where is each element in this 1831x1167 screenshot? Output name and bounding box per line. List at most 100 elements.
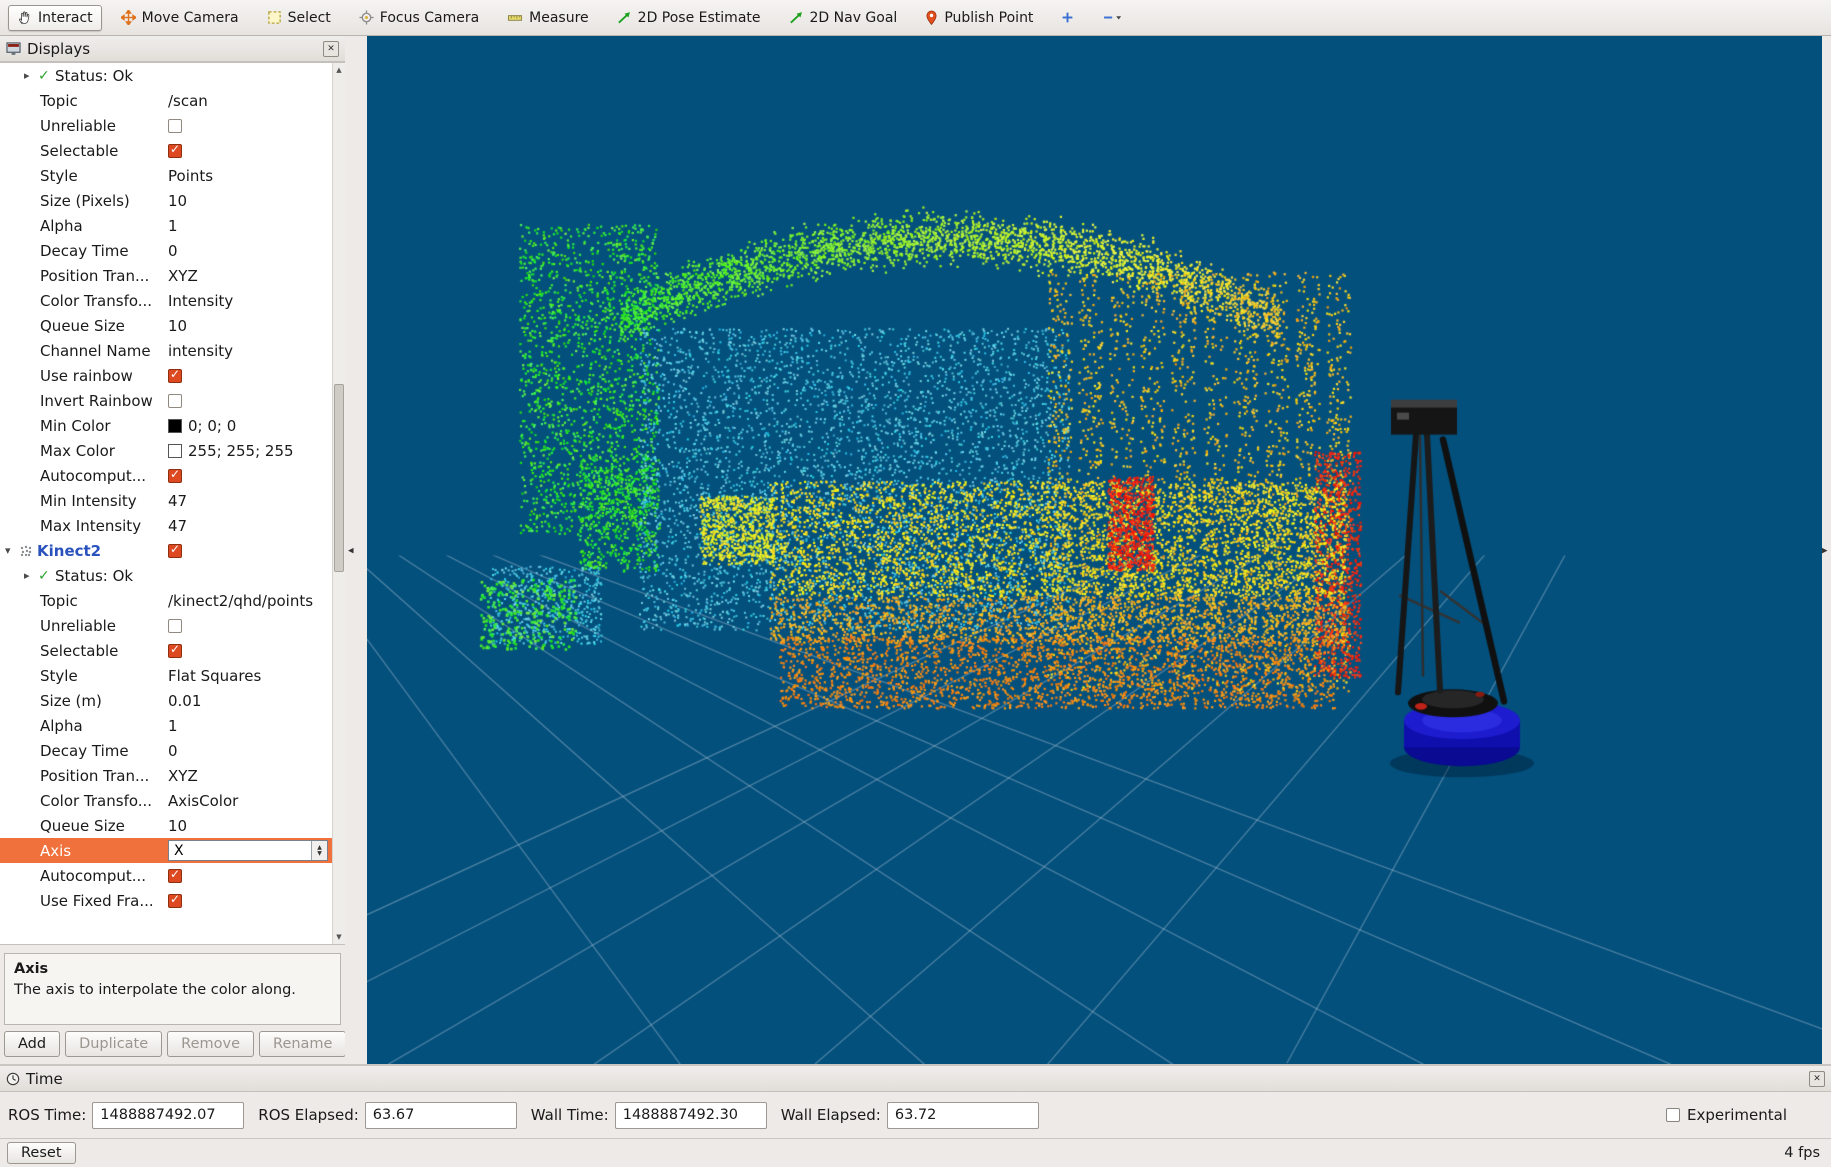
tool-focus-camera[interactable]: Focus Camera: [350, 5, 488, 31]
scrollbar-thumb[interactable]: [334, 384, 344, 572]
property-row-size-pixels[interactable]: Size (Pixels)10: [0, 188, 332, 213]
color-swatch[interactable]: [168, 419, 182, 433]
property-row-alpha[interactable]: Alpha1: [0, 213, 332, 238]
checkbox-use-rainbow[interactable]: [168, 369, 182, 383]
checkbox-use-fixed-fra[interactable]: [168, 894, 182, 908]
property-row-position-tran[interactable]: Position Tran...XYZ: [0, 763, 332, 788]
property-value: Flat Squares: [166, 663, 332, 688]
property-row-decay-time[interactable]: Decay Time0: [0, 738, 332, 763]
tool-remove-tool[interactable]: [1093, 6, 1133, 29]
property-row-use-rainbow[interactable]: Use rainbow: [0, 363, 332, 388]
property-row-unreliable[interactable]: Unreliable: [0, 613, 332, 638]
time-panel-close-button[interactable]: ✕: [1809, 1071, 1825, 1087]
property-row-selectable[interactable]: Selectable: [0, 138, 332, 163]
property-label-text: Topic: [40, 592, 78, 610]
experimental-checkbox-group[interactable]: Experimental: [1666, 1106, 1787, 1124]
property-row-size-m[interactable]: Size (m)0.01: [0, 688, 332, 713]
scrollbar-track[interactable]: [333, 77, 345, 930]
time-field-input-ros-elapsed[interactable]: 63.67: [365, 1102, 517, 1129]
property-row-color-transfo[interactable]: Color Transfo...AxisColor: [0, 788, 332, 813]
time-field-input-wall-elapsed[interactable]: 63.72: [887, 1102, 1039, 1129]
property-row-max-intensity[interactable]: Max Intensity47: [0, 513, 332, 538]
property-row-invert-rainbow[interactable]: Invert Rainbow: [0, 388, 332, 413]
panel-splitter[interactable]: ◂: [345, 36, 367, 1064]
property-row-channel-name[interactable]: Channel Nameintensity: [0, 338, 332, 363]
property-row-color-transfo[interactable]: Color Transfo...Intensity: [0, 288, 332, 313]
checkbox-kinect2[interactable]: [168, 544, 182, 558]
property-row-max-color[interactable]: Max Color255; 255; 255: [0, 438, 332, 463]
property-row-kinect2[interactable]: ▾Kinect2: [0, 538, 332, 563]
property-row-position-tran[interactable]: Position Tran...XYZ: [0, 263, 332, 288]
displays-scrollbar[interactable]: ▲ ▼: [332, 63, 345, 944]
property-row-topic[interactable]: Topic/kinect2/qhd/points: [0, 588, 332, 613]
expander-closed-icon[interactable]: ▸: [24, 569, 38, 582]
property-row-style[interactable]: StylePoints: [0, 163, 332, 188]
property-row-autocomput[interactable]: Autocomput...: [0, 463, 332, 488]
property-value: [166, 63, 332, 88]
property-row-status-ok[interactable]: ▸✓Status: Ok: [0, 63, 332, 88]
scroll-up-button[interactable]: ▲: [333, 63, 345, 77]
tool-select[interactable]: Select: [258, 5, 340, 31]
tool-2d-nav-goal[interactable]: 2D Nav Goal: [780, 5, 907, 31]
checkbox-selectable[interactable]: [168, 144, 182, 158]
tool-interact[interactable]: Interact: [8, 5, 102, 31]
tool-measure[interactable]: Measure: [498, 5, 598, 31]
property-row-status-ok[interactable]: ▸✓Status: Ok: [0, 563, 332, 588]
time-field-input-wall-time[interactable]: 1488887492.30: [615, 1102, 767, 1129]
color-swatch[interactable]: [168, 444, 182, 458]
checkbox-selectable[interactable]: [168, 644, 182, 658]
tool-add-tool[interactable]: [1052, 6, 1083, 29]
property-row-queue-size[interactable]: Queue Size10: [0, 313, 332, 338]
axis-value-spinbox[interactable]: X▲▼: [168, 840, 328, 861]
expander-open-icon[interactable]: ▾: [5, 544, 19, 557]
property-value: 10: [166, 188, 332, 213]
property-label: Color Transfo...: [0, 288, 166, 313]
displays-panel-close-button[interactable]: ✕: [323, 41, 339, 57]
property-value: 0: [166, 738, 332, 763]
tool-move-camera[interactable]: Move Camera: [112, 5, 248, 31]
displays-tree-wrap: ▸✓Status: OkTopic/scanUnreliableSelectab…: [0, 62, 345, 945]
property-label-text: Min Color: [40, 417, 111, 435]
add-button[interactable]: Add: [4, 1031, 60, 1057]
remove-button[interactable]: Remove: [167, 1031, 254, 1057]
property-label: Position Tran...: [0, 763, 166, 788]
property-row-axis[interactable]: AxisX▲▼: [0, 838, 332, 863]
right-panel-splitter[interactable]: ▸: [1822, 36, 1831, 1064]
scroll-down-button[interactable]: ▼: [333, 930, 345, 944]
time-field-input-ros-time[interactable]: 1488887492.07: [92, 1102, 244, 1129]
property-row-alpha[interactable]: Alpha1: [0, 713, 332, 738]
time-field-value: 63.67: [373, 1107, 415, 1123]
collapse-left-icon[interactable]: ◂: [348, 544, 354, 557]
property-row-unreliable[interactable]: Unreliable: [0, 113, 332, 138]
property-row-autocomput[interactable]: Autocomput...: [0, 863, 332, 888]
property-row-topic[interactable]: Topic/scan: [0, 88, 332, 113]
checkbox-unreliable[interactable]: [168, 119, 182, 133]
viewport-canvas[interactable]: [367, 36, 1822, 1064]
time-field-label: Wall Elapsed:: [781, 1106, 881, 1124]
checkbox-autocomput[interactable]: [168, 469, 182, 483]
property-row-queue-size[interactable]: Queue Size10: [0, 813, 332, 838]
property-row-min-color[interactable]: Min Color0; 0; 0: [0, 413, 332, 438]
experimental-checkbox[interactable]: [1666, 1108, 1680, 1122]
rename-button[interactable]: Rename: [259, 1031, 346, 1057]
property-row-use-fixed-fra[interactable]: Use Fixed Fra...: [0, 888, 332, 913]
property-row-min-intensity[interactable]: Min Intensity47: [0, 488, 332, 513]
3d-viewport[interactable]: [367, 36, 1822, 1064]
property-row-selectable[interactable]: Selectable: [0, 638, 332, 663]
expander-closed-icon[interactable]: ▸: [24, 69, 38, 82]
property-label: Decay Time: [0, 238, 166, 263]
duplicate-button[interactable]: Duplicate: [65, 1031, 162, 1057]
collapse-right-icon[interactable]: ▸: [1822, 544, 1828, 557]
property-row-style[interactable]: StyleFlat Squares: [0, 663, 332, 688]
checkbox-unreliable[interactable]: [168, 619, 182, 633]
checkbox-invert-rainbow[interactable]: [168, 394, 182, 408]
tool-2d-pose-estimate[interactable]: 2D Pose Estimate: [608, 5, 770, 31]
tool-publish-point[interactable]: Publish Point: [916, 5, 1042, 31]
property-value: [166, 113, 332, 138]
spinner-arrows-icon[interactable]: ▲▼: [311, 841, 327, 860]
checkbox-autocomput[interactable]: [168, 869, 182, 883]
property-value-text: 0: [168, 742, 178, 760]
time-field-label: ROS Elapsed:: [258, 1106, 359, 1124]
reset-button[interactable]: Reset: [7, 1142, 76, 1164]
property-row-decay-time[interactable]: Decay Time0: [0, 238, 332, 263]
